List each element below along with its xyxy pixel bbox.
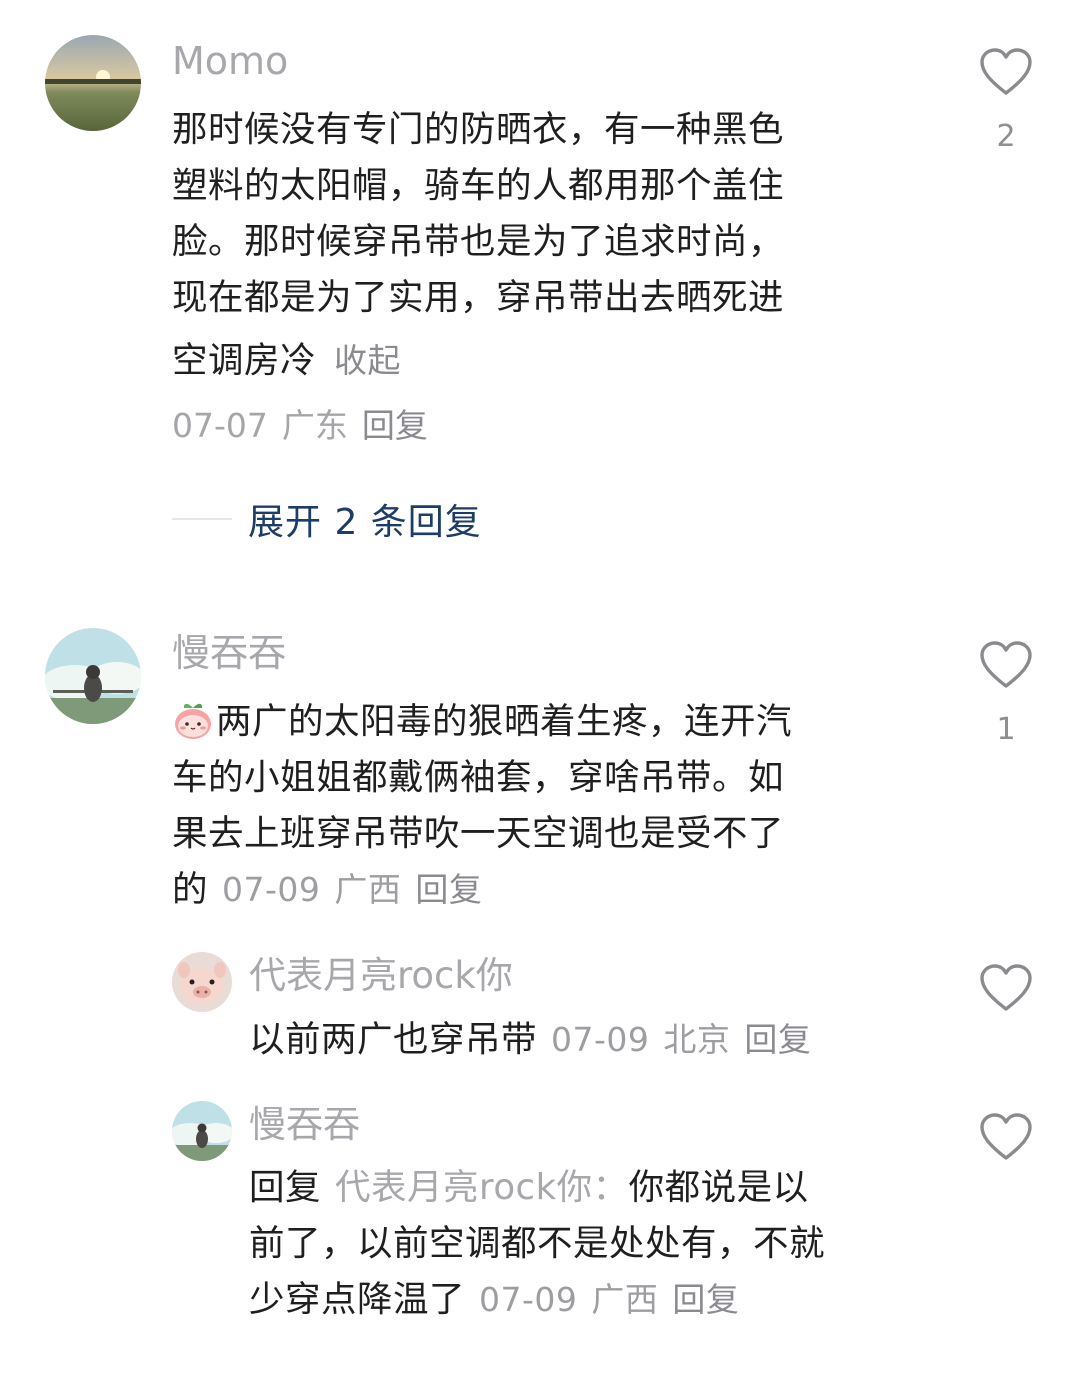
comment-username[interactable]: Momo — [172, 42, 288, 80]
reply-username[interactable]: 慢吞吞 — [249, 1106, 360, 1143]
like-button[interactable]: 1 — [972, 641, 1040, 745]
reply-text: 回复 代表月亮rock你：你都说是以 前了，以前空调都不是处处有，不就 少穿点降温… — [249, 1160, 969, 1328]
reply-button[interactable]: 回复 — [362, 406, 428, 445]
avatar[interactable] — [172, 1101, 232, 1161]
comment-location: 广东 — [281, 406, 348, 445]
comment-date: 07-09 — [222, 870, 321, 909]
comment-text-line: 果去上班穿吊带吹一天空调也是受不了 — [172, 813, 785, 854]
like-button[interactable] — [972, 1113, 1040, 1161]
expand-replies-button[interactable]: 展开 2 条回复 — [172, 496, 482, 543]
heart-icon — [980, 1113, 1032, 1160]
comment-text-line: 现在都是为了实用，穿吊带出去晒死进 — [172, 277, 785, 318]
reply-text: 以前两广也穿吊带 07-09 北京 回复 — [249, 1012, 949, 1068]
avatar[interactable] — [45, 628, 141, 724]
comment-text-line: 空调房冷 — [172, 340, 317, 381]
like-count: 1 — [996, 712, 1016, 747]
comment-text-line: 两广的太阳毒的狠晒着生疼，连开汽 — [216, 701, 793, 742]
comment-text: 两广的太阳毒的狠晒着生疼，连开汽 车的小姐姐都戴俩袖套，穿啥吊带。如 果去上班穿… — [172, 694, 932, 918]
like-button[interactable]: 2 — [972, 48, 1040, 152]
reply-button[interactable]: 回复 — [672, 1280, 739, 1319]
reply-text-line: 少穿点降温了 — [249, 1279, 466, 1320]
reply-button[interactable]: 回复 — [744, 1020, 811, 1059]
avatar[interactable] — [45, 35, 141, 131]
reply-text-line: 前了，以前空调都不是处处有，不就 — [249, 1223, 826, 1264]
peach-emoji-icon — [175, 703, 211, 739]
expand-replies-label: 展开 2 条回复 — [248, 502, 482, 543]
reply-prefix: 回复 — [249, 1167, 322, 1208]
reply-button[interactable]: 回复 — [415, 870, 482, 909]
reply-location: 广西 — [591, 1280, 659, 1319]
comment-date: 07-07 — [172, 406, 268, 445]
reply-date: 07-09 — [551, 1020, 650, 1059]
comment-text-line: 那时候没有专门的防晒衣，有一种黑色 — [172, 109, 785, 150]
comment-text-line: 车的小姐姐都戴俩袖套，穿啥吊带。如 — [172, 757, 785, 798]
comment-text-line: 的 — [172, 869, 209, 910]
comment-username[interactable]: 慢吞吞 — [172, 634, 286, 672]
reply-date: 07-09 — [479, 1280, 578, 1319]
collapse-button[interactable]: 收起 — [334, 341, 401, 380]
heart-icon — [980, 641, 1032, 688]
like-button[interactable] — [972, 964, 1040, 1012]
comment-location: 广西 — [334, 870, 402, 909]
reply-location: 北京 — [663, 1020, 731, 1059]
comment-text: 那时候没有专门的防晒衣，有一种黑色 塑料的太阳帽，骑车的人都用那个盖住 脸。那时… — [172, 102, 932, 396]
reply-username[interactable]: 代表月亮rock你 — [249, 957, 513, 994]
divider — [172, 518, 232, 520]
heart-icon — [980, 48, 1032, 95]
comment-list: Momo 那时候没有专门的防晒衣，有一种黑色 塑料的太阳帽，骑车的人都用那个盖住… — [0, 0, 1080, 1374]
comment-text-line: 塑料的太阳帽，骑车的人都用那个盖住 — [172, 165, 785, 206]
comment-meta: 07-07 广东 回复 — [172, 409, 428, 442]
reply-text-line: 以前两广也穿吊带 — [249, 1019, 538, 1060]
comment-text-line: 脸。那时候穿吊带也是为了追求时尚， — [172, 221, 785, 262]
reply-text-line: 你都说是以 — [628, 1167, 809, 1208]
mentioned-username[interactable]: 代表月亮rock你： — [335, 1167, 629, 1208]
avatar[interactable] — [172, 952, 232, 1012]
like-count: 2 — [996, 119, 1016, 154]
heart-icon — [980, 964, 1032, 1011]
